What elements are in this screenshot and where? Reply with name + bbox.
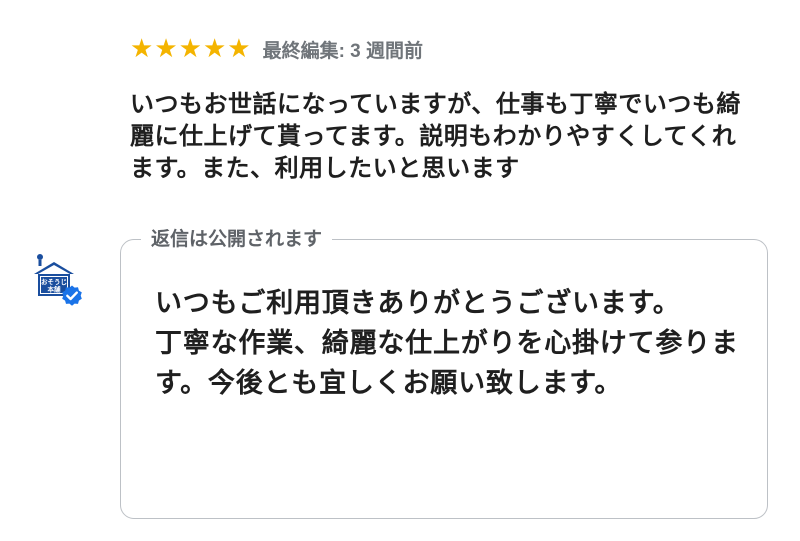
review-text-container: いつもお世話になっていますが、仕事も丁寧でいつも綺麗に仕上げて貰ってます。説明も… (130, 88, 750, 238)
review-edited-time: 最終編集: 3 週間前 (262, 40, 424, 62)
star-icon: ★ (130, 34, 154, 64)
review-text: いつもお世話になっていますが、仕事も丁寧でいつも綺麗に仕上げて貰ってます。説明も… (130, 90, 741, 182)
verified-badge-icon (62, 285, 82, 306)
reply-text[interactable]: いつもご利用頂きありがとうございます。 丁寧な作業、綺麗な仕上がりを心掛けて参り… (155, 284, 745, 404)
star-rating: ★ ★ ★ ★ ★ (130, 36, 251, 62)
review-card: ★ ★ ★ ★ ★ 最終編集: 3 週間前 いつもお世話になっていますが、仕事も… (130, 32, 770, 182)
star-icon: ★ (227, 34, 251, 64)
owner-avatar: おそうじ 本舗 (32, 252, 94, 310)
star-icon: ★ (202, 34, 227, 64)
star-icon: ★ (154, 34, 178, 64)
star-icon: ★ (178, 34, 202, 64)
owner-reply-field[interactable]: 返信は公開されます いつもご利用頂きありがとうございます。 丁寧な作業、綺麗な仕… (120, 226, 768, 519)
avatar-text-bottom: 本舗 (48, 285, 62, 294)
reply-visibility-label: 返信は公開されます (141, 226, 333, 252)
rating-row: ★ ★ ★ ★ ★ 最終編集: 3 週間前 (130, 32, 770, 66)
